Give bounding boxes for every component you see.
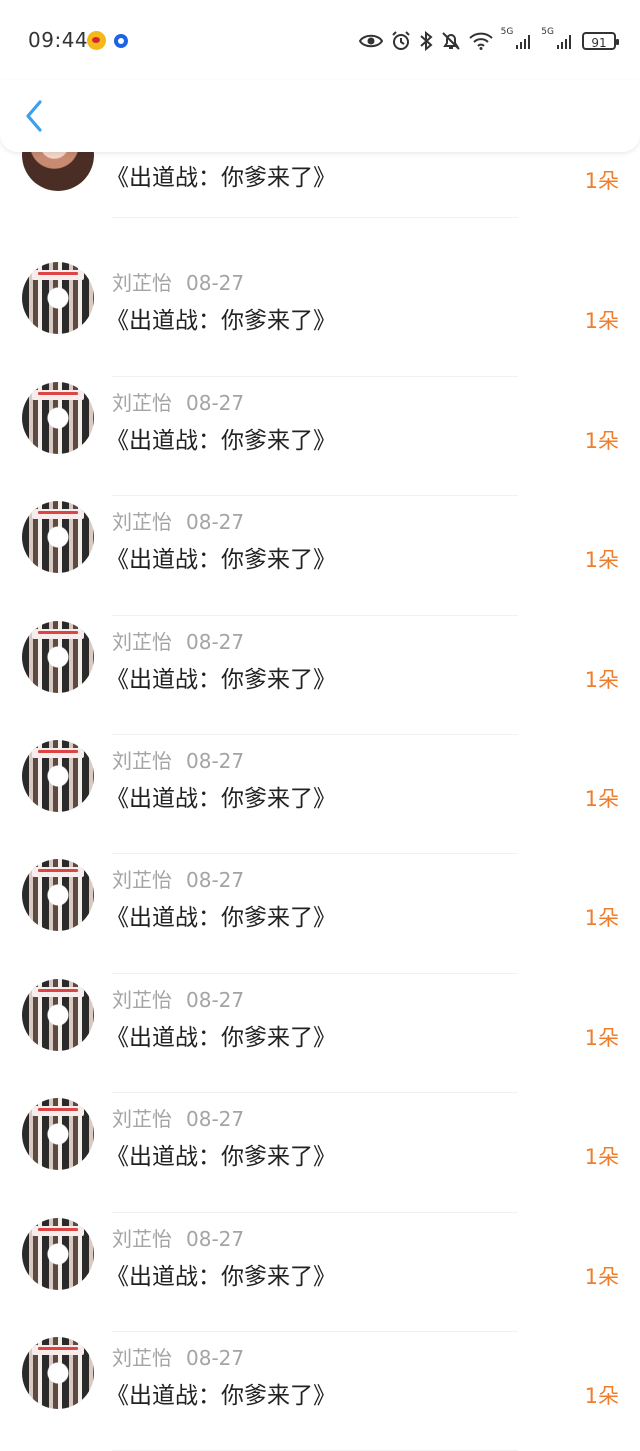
- item-title: 《出道战：你爹来了》: [106, 905, 336, 932]
- item-count: 1朵: [584, 1264, 619, 1289]
- item-meta: 刘芷怡 08-27: [112, 864, 244, 893]
- list-item[interactable]: 刘芷怡 08-27 《出道战：你爹来了》 1朵: [0, 1093, 640, 1213]
- item-meta: 刘芷怡 08-27: [112, 1223, 244, 1252]
- item-user-name: 刘芷怡: [112, 510, 172, 535]
- mute-bell-icon: [441, 32, 460, 50]
- avatar[interactable]: [22, 501, 94, 574]
- list-item[interactable]: 《出道战：你爹来了》 1朵: [0, 119, 640, 257]
- item-date: 08-27: [186, 1345, 245, 1370]
- avatar[interactable]: [22, 978, 94, 1051]
- item-meta: 刘芷怡 08-27: [112, 1342, 244, 1371]
- status-bar: 09:44 5G 5G 91: [0, 0, 640, 80]
- item-date: 08-27: [186, 1107, 245, 1132]
- app-notification-icon: [114, 34, 128, 48]
- gift-record-list: 《出道战：你爹来了》 1朵 刘芷怡 08-27 《出道战：你爹来了》 1朵 刘芷怡…: [0, 119, 640, 1451]
- item-date: 08-27: [186, 510, 245, 535]
- item-title: 《出道战：你爹来了》: [106, 547, 336, 574]
- item-user-name: 刘芷怡: [112, 390, 172, 415]
- item-date: 08-27: [186, 390, 245, 415]
- status-icons: 5G 5G 91: [358, 27, 619, 55]
- avatar[interactable]: [22, 262, 94, 335]
- item-user-name: 刘芷怡: [112, 1345, 172, 1370]
- avatar[interactable]: [22, 1098, 94, 1171]
- item-user-name: 刘芷怡: [112, 868, 172, 893]
- avatar[interactable]: [22, 1336, 94, 1409]
- item-user-name: 刘芷怡: [112, 987, 172, 1012]
- signal-icon-2: [557, 35, 571, 49]
- alarm-icon: [391, 31, 410, 50]
- avatar[interactable]: [22, 739, 94, 812]
- signal-icon-1: [516, 35, 531, 49]
- list-item[interactable]: 刘芷怡 08-27 《出道战：你爹来了》 1朵: [0, 854, 640, 974]
- avatar[interactable]: [22, 859, 94, 932]
- item-user-name: 刘芷怡: [112, 1226, 172, 1251]
- list-item[interactable]: 刘芷怡 08-27 《出道战：你爹来了》 1朵: [0, 1213, 640, 1332]
- item-date: 08-27: [186, 868, 245, 893]
- item-date: 08-27: [186, 271, 245, 296]
- item-title: 《出道战：你爹来了》: [106, 1382, 336, 1409]
- wifi-icon: [468, 32, 493, 50]
- item-title: 《出道战：你爹来了》: [106, 1144, 336, 1171]
- back-button[interactable]: [18, 96, 54, 136]
- item-date: 08-27: [186, 629, 245, 654]
- item-meta: 刘芷怡 08-27: [112, 1103, 244, 1132]
- item-title: 《出道战：你爹来了》: [106, 1263, 336, 1290]
- list-item[interactable]: 刘芷怡 08-27 《出道战：你爹来了》 1朵: [0, 616, 640, 735]
- item-count: 1朵: [584, 667, 619, 692]
- item-title: 《出道战：你爹来了》: [106, 666, 336, 693]
- item-meta: 刘芷怡 08-27: [112, 267, 244, 296]
- list-item[interactable]: 刘芷怡 08-27 《出道战：你爹来了》 1朵: [0, 974, 640, 1094]
- item-meta: 刘芷怡 08-27: [112, 626, 244, 655]
- item-user-name: 刘芷怡: [112, 1107, 172, 1132]
- list-item[interactable]: 刘芷怡 08-27 《出道战：你爹来了》 1朵: [0, 496, 640, 616]
- item-title: 《出道战：你爹来了》: [106, 165, 336, 191]
- eye-icon: [358, 34, 383, 48]
- item-date: 08-27: [186, 987, 245, 1012]
- list-item[interactable]: 刘芷怡 08-27 《出道战：你爹来了》 1朵: [0, 1332, 640, 1451]
- list-item[interactable]: 刘芷怡 08-27 《出道战：你爹来了》 1朵: [0, 257, 640, 377]
- item-title: 《出道战：你爹来了》: [106, 427, 336, 454]
- avatar[interactable]: [22, 381, 94, 454]
- top-navigation-bar: [0, 80, 640, 152]
- item-count: 1朵: [584, 169, 619, 193]
- item-count: 1朵: [584, 906, 619, 931]
- list-item[interactable]: 刘芷怡 08-27 《出道战：你爹来了》 1朵: [0, 377, 640, 497]
- item-count: 1朵: [584, 309, 619, 334]
- item-meta: 刘芷怡 08-27: [112, 984, 244, 1013]
- item-meta: 刘芷怡 08-27: [112, 745, 244, 774]
- item-meta: 刘芷怡 08-27: [112, 506, 244, 535]
- item-count: 1朵: [584, 548, 619, 573]
- battery-indicator: 91: [582, 32, 619, 50]
- item-title: 《出道战：你爹来了》: [106, 1024, 336, 1051]
- item-count: 1朵: [584, 428, 619, 453]
- chevron-left-icon: [26, 100, 42, 132]
- item-date: 08-27: [186, 1226, 245, 1251]
- status-time: 09:44: [28, 28, 89, 52]
- item-user-name: 刘芷怡: [112, 271, 172, 296]
- item-date: 08-27: [186, 748, 245, 773]
- divider: [112, 217, 518, 219]
- item-meta: 刘芷怡 08-27: [112, 387, 244, 416]
- item-count: 1朵: [584, 786, 619, 811]
- item-user-name: 刘芷怡: [112, 629, 172, 654]
- avatar[interactable]: [22, 1217, 94, 1290]
- item-count: 1朵: [584, 1025, 619, 1050]
- signal-5g-label-1: 5G: [500, 27, 514, 37]
- bluetooth-icon: [419, 31, 433, 51]
- item-title: 《出道战：你爹来了》: [106, 308, 336, 335]
- list-item[interactable]: 刘芷怡 08-27 《出道战：你爹来了》 1朵: [0, 735, 640, 855]
- avatar[interactable]: [22, 620, 94, 693]
- item-count: 1朵: [584, 1383, 619, 1408]
- item-title: 《出道战：你爹来了》: [106, 785, 336, 812]
- item-user-name: 刘芷怡: [112, 748, 172, 773]
- signal-5g-label-2: 5G: [541, 27, 554, 37]
- item-count: 1朵: [584, 1145, 619, 1170]
- weibo-notification-icon: [87, 31, 106, 50]
